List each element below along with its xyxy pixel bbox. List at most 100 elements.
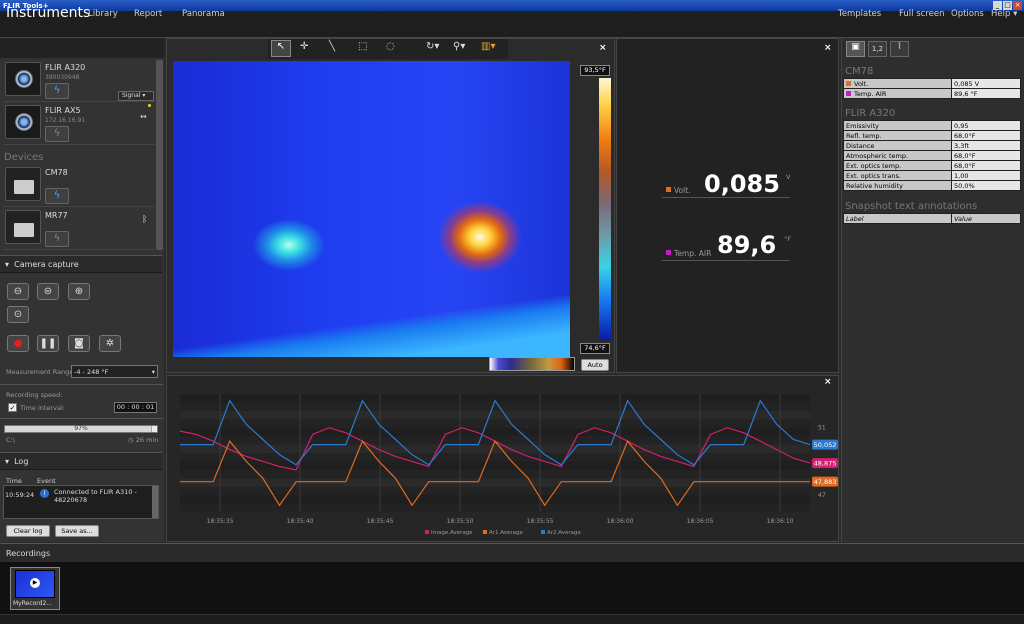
camera-list-scrollbar[interactable] — [156, 60, 163, 250]
property-row: Emissivity 0,95 — [843, 120, 1021, 131]
property-value[interactable]: 0,085 V — [951, 78, 1021, 89]
property-label: Volt. — [843, 78, 952, 89]
property-value[interactable]: 3,3ft — [951, 140, 1021, 151]
camera-item-ax5[interactable]: FLIR AX5 172.16.16.91 ϟ ↭ — [3, 103, 155, 145]
zoom-reset-button[interactable]: ⊜ — [37, 283, 59, 300]
min-temp-label[interactable]: 74,6°F — [580, 343, 610, 354]
line-chart[interactable]: 18:35:35 18:35:40 18:35:45 18:35:50 18:35:55… — [170, 388, 838, 540]
chart-grid-band — [180, 478, 810, 487]
property-value[interactable]: 68,0°F — [951, 150, 1021, 161]
pointer-tool-icon[interactable]: ↖ — [271, 40, 291, 57]
connect-bolt-button[interactable]: ϟ — [45, 188, 69, 204]
focus-button[interactable]: ⊙ — [7, 306, 29, 323]
x-tick-label: 18:35:45 — [367, 518, 394, 525]
menu-help[interactable]: Help ▾ — [991, 9, 1017, 19]
menu-fullscreen[interactable]: Full screen — [899, 9, 945, 19]
settings-gear-button[interactable]: ✲ — [99, 335, 121, 352]
record-button[interactable]: ● — [7, 335, 29, 352]
device-item-mr77[interactable]: MR77 ϟ ᛒ — [3, 208, 155, 250]
property-label-text: Distance — [846, 141, 875, 150]
divider — [0, 384, 163, 385]
property-value[interactable]: 68,0°F — [951, 130, 1021, 141]
device-item-cm78[interactable]: CM78 ϟ — [3, 165, 155, 207]
range-label: Measurement Range: — [6, 368, 76, 376]
camera-capture-header[interactable]: ▾ Camera capture — [0, 255, 162, 273]
camera-item-a320[interactable]: FLIR A320 380030948 ϟ Signal ▾ — [3, 60, 155, 102]
menu-options[interactable]: Options — [951, 9, 984, 19]
log-col-event: Event — [37, 477, 56, 485]
cm78-table: Volt. 0,085 V Temp. AIR 89,6 °F — [843, 78, 1021, 99]
value-number: 0,085 — [704, 170, 780, 198]
log-header[interactable]: ▾ Log — [0, 452, 162, 470]
chart-grid-band — [180, 410, 810, 420]
snapshot-col-label: Label — [843, 213, 952, 224]
save-log-button[interactable]: Save as... — [55, 525, 99, 537]
device-name: MR77 — [45, 211, 68, 220]
value-row-temp-air: Temp. AIR 89,6 °F — [662, 231, 791, 261]
status-dot — [148, 104, 151, 107]
close-chart-panel-button[interactable]: × — [824, 377, 832, 387]
property-label-text: Temp. AIR — [854, 89, 887, 98]
mode-select[interactable]: Signal ▾ — [118, 91, 154, 101]
connect-bolt-button[interactable]: ϟ — [45, 231, 69, 247]
property-value[interactable]: 1,00 — [951, 170, 1021, 181]
recording-item[interactable]: ▶ MyRecord2... — [10, 567, 60, 610]
clock-icon: ◷ — [128, 436, 136, 444]
clear-log-button[interactable]: Clear log — [6, 525, 50, 537]
zoom-icon[interactable]: ⚲▾ — [453, 41, 465, 52]
close-image-panel-button[interactable]: × — [599, 43, 607, 53]
legend-swatch — [425, 530, 429, 534]
x-tick-label: 18:35:40 — [287, 518, 314, 525]
auto-adjust-button[interactable]: Auto — [581, 359, 609, 371]
log-scrollbar[interactable] — [152, 486, 158, 518]
left-panel-header — [0, 38, 164, 58]
property-value[interactable]: 50,0% — [951, 180, 1021, 191]
rotate-icon[interactable]: ↻▾ — [426, 41, 439, 52]
max-temp-label[interactable]: 93,5°F — [580, 65, 610, 76]
measurement-range-select[interactable]: -4 - 248 °F ▾ — [71, 365, 158, 378]
property-row: Ext. optics temp. 68,0°F — [843, 160, 1021, 171]
property-value[interactable]: 0,95 — [951, 120, 1021, 131]
camera-name: FLIR AX5 — [45, 106, 81, 115]
close-values-panel-button[interactable]: × — [824, 43, 832, 53]
property-row: Temp. AIR 89,6 °F — [843, 88, 1021, 99]
camera-icon — [5, 105, 41, 139]
log-entry-event: Connected to FLIR A310 - 48220678 — [54, 488, 137, 504]
menu-library[interactable]: Library — [88, 9, 118, 19]
pause-button[interactable]: ❚❚ — [37, 335, 59, 352]
thermal-image[interactable] — [173, 61, 570, 357]
zoom-in-button[interactable]: ⊕ — [68, 283, 90, 300]
property-value[interactable]: 68,0°F — [951, 160, 1021, 171]
line-tool-icon[interactable]: ╲ — [329, 41, 335, 52]
property-value[interactable]: 89,6 °F — [951, 88, 1021, 99]
spot-tool-icon[interactable]: ✛ — [300, 41, 308, 52]
time-interval-input[interactable]: 00 : 00 : 01 — [114, 402, 157, 413]
x-tick-label: 18:35:55 — [527, 518, 554, 525]
palette-histogram[interactable] — [489, 357, 575, 371]
property-label-text: Refl. temp. — [846, 131, 882, 140]
property-label: Distance — [843, 140, 952, 151]
values-tab-icon[interactable]: 1,2 — [868, 41, 887, 57]
camera-name: FLIR A320 — [45, 63, 86, 72]
log-col-time: Time — [6, 477, 22, 485]
value-unit: °F — [784, 235, 791, 243]
ellipse-tool-icon[interactable]: ◌ — [386, 41, 395, 52]
box-tool-icon[interactable]: ⬚ — [358, 41, 367, 52]
property-label: Ext. optics temp. — [843, 160, 952, 171]
menu-panorama[interactable]: Panorama — [182, 9, 225, 19]
snapshot-camera-button[interactable]: ◙ — [68, 335, 90, 352]
snapshot-col-value: Value — [951, 213, 1021, 224]
graph-tab-icon[interactable]: ⌇ — [890, 41, 909, 57]
menu-templates[interactable]: Templates — [838, 9, 881, 19]
time-interval-checkbox[interactable]: ✓ — [8, 403, 17, 412]
horizontal-scrollbar[interactable] — [0, 614, 1024, 624]
connect-bolt-button[interactable]: ϟ — [45, 83, 69, 99]
divider — [0, 418, 163, 419]
menu-report[interactable]: Report — [134, 9, 162, 19]
image-tab-icon[interactable]: ▣ — [846, 41, 865, 57]
zoom-out-button[interactable]: ⊖ — [7, 283, 29, 300]
property-row: Atmospheric temp. 68,0°F — [843, 150, 1021, 161]
property-label-text: Relative humidity — [846, 181, 903, 190]
connect-bolt-button[interactable]: ϟ — [45, 126, 69, 142]
palette-icon[interactable]: ▥▾ — [481, 41, 495, 52]
